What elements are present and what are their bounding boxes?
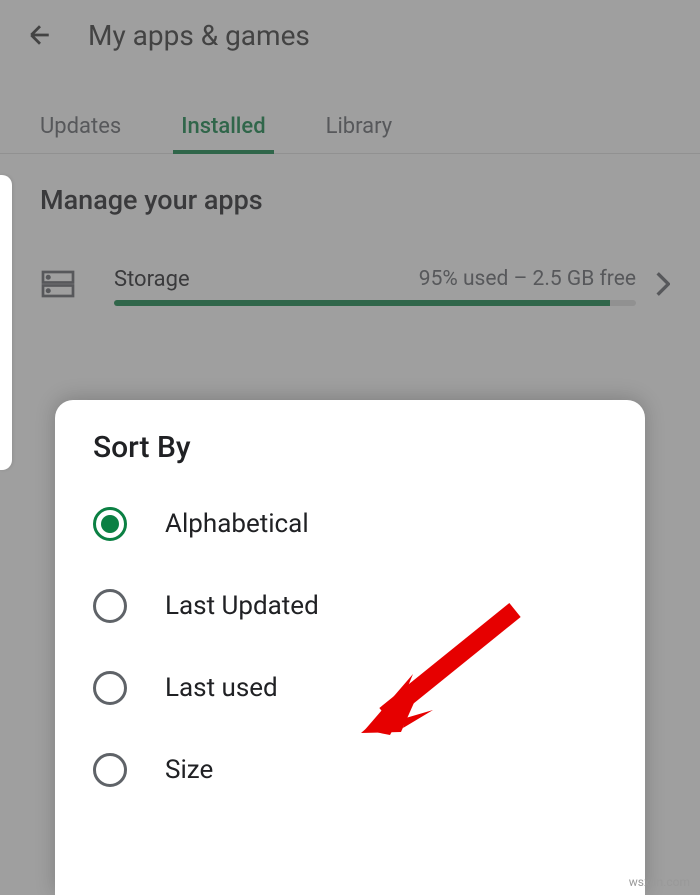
dialog-title: Sort By [55,430,645,483]
option-label: Size [165,755,213,785]
radio-icon [93,753,127,787]
sort-dialog: Sort By Alphabetical Last Updated Last u… [55,400,645,895]
option-label: Alphabetical [165,509,309,539]
sort-option-last-used[interactable]: Last used [55,647,645,729]
radio-icon [93,507,127,541]
radio-icon [93,671,127,705]
sort-option-alphabetical[interactable]: Alphabetical [55,483,645,565]
watermark: wsxdn.com [629,875,690,889]
radio-icon [93,589,127,623]
sort-option-size[interactable]: Size [55,729,645,811]
decorative-sliver [0,175,12,470]
option-label: Last Updated [165,591,319,621]
sort-option-last-updated[interactable]: Last Updated [55,565,645,647]
option-label: Last used [165,673,278,703]
